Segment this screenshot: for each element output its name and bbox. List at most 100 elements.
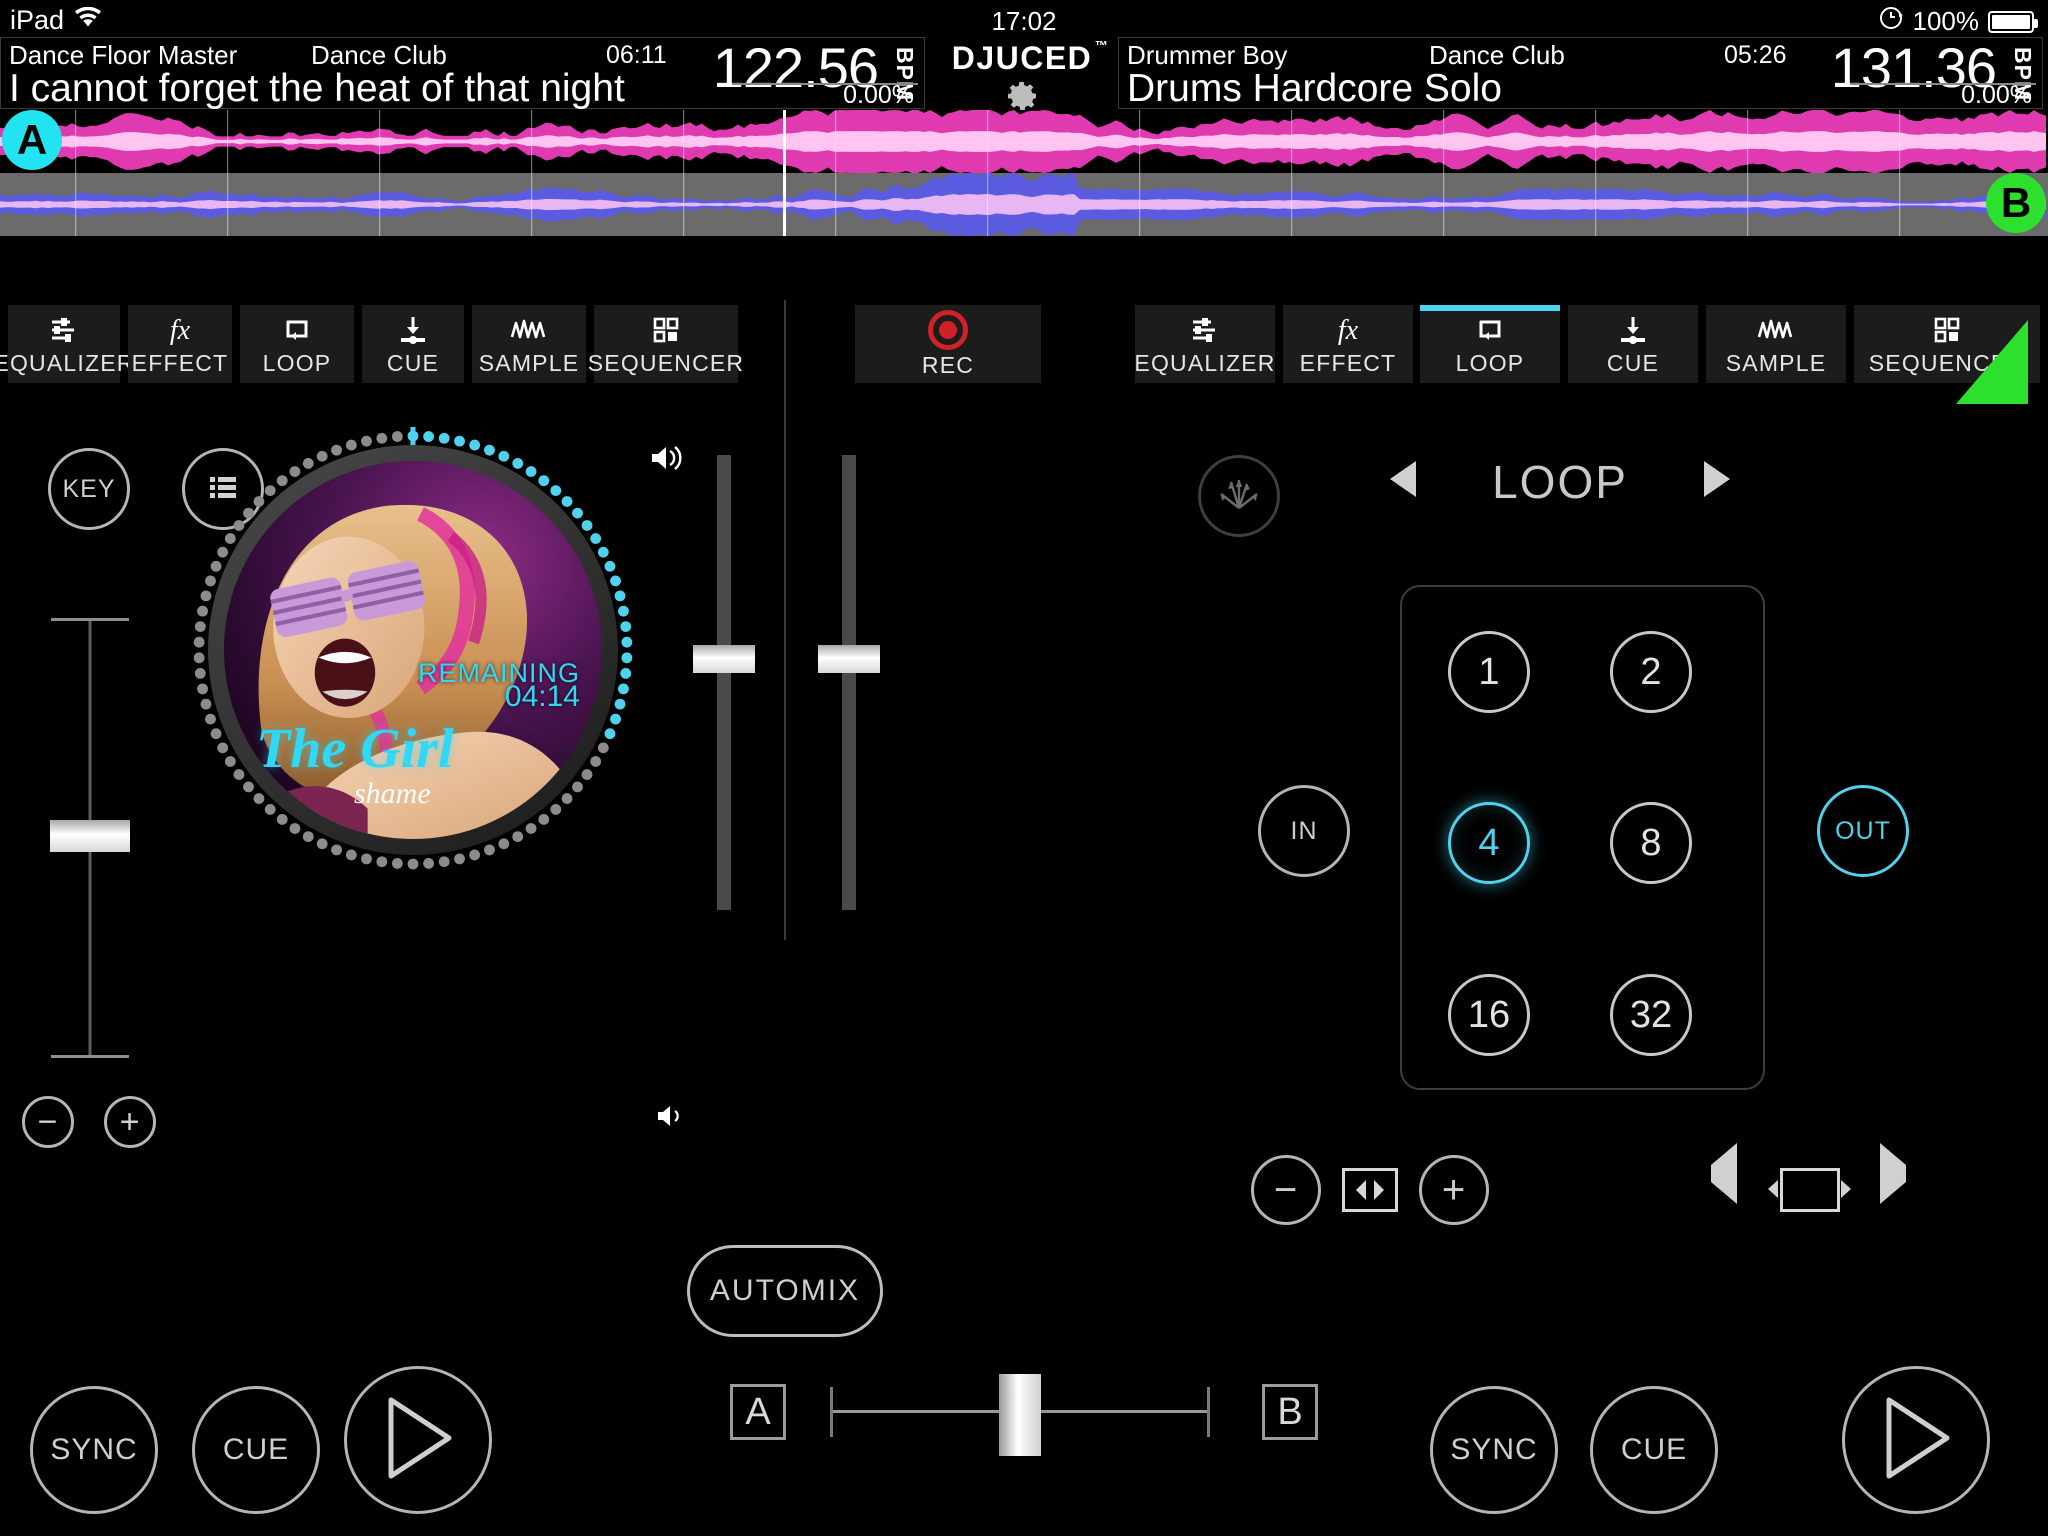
deck-a-waveform[interactable] (0, 110, 2048, 173)
crossfader-a-text: A (745, 1390, 771, 1433)
loop-icon (280, 312, 314, 348)
tab-label: CUE (1606, 349, 1660, 376)
loop-pad-4[interactable]: 4 (1448, 802, 1530, 884)
cue-icon (396, 312, 430, 348)
crossfader-a-label[interactable]: A (730, 1384, 786, 1440)
tab-left-cue[interactable]: CUE (362, 305, 464, 383)
deck-b-waveform[interactable] (0, 173, 2048, 236)
fx-icon: fx (1331, 312, 1365, 348)
loop-size-pad-grid: 1 2 4 8 16 32 (1400, 585, 1765, 1090)
loop-size-minus-button[interactable]: − (1251, 1155, 1321, 1225)
tab-left-effect[interactable]: fx EFFECT (128, 305, 232, 383)
deck-a-header[interactable]: Dance Floor Master Dance Club 06:11 I ca… (0, 36, 925, 110)
tab-right-cue[interactable]: CUE (1568, 305, 1698, 383)
playhead (783, 110, 786, 236)
deck-b-cue-button[interactable]: CUE (1590, 1386, 1718, 1514)
speaker-icon (646, 440, 690, 476)
fader-knob[interactable] (693, 645, 755, 673)
deck-b-bpm-box[interactable]: 131.36 BPM 0.00% (1831, 36, 2038, 109)
tab-left-equalizer[interactable]: EQUALIZER (0, 305, 133, 383)
loop-size-plus-button[interactable]: + (1419, 1155, 1489, 1225)
move-right-icon[interactable] (1880, 1143, 1906, 1204)
tab-right-sample[interactable]: SAMPLE (1706, 305, 1846, 383)
deck-b-sync-button[interactable]: SYNC (1430, 1386, 1558, 1514)
deck-a-cue-button[interactable]: CUE (192, 1386, 320, 1514)
clock: 17:02 (991, 6, 1057, 36)
minus-label: − (1273, 1167, 1299, 1212)
fader-knob[interactable] (818, 645, 880, 673)
deck-a-jog-wheel[interactable]: REMAINING 04:14 The Girl shame (178, 415, 648, 885)
fader-knob[interactable] (50, 820, 130, 852)
app-logo-area: DJUCED ™ (924, 38, 1120, 113)
tab-label: LOOP (1455, 349, 1525, 376)
loop-pad-2[interactable]: 2 (1610, 631, 1692, 713)
minus-label: − (37, 1102, 59, 1141)
sync-label: SYNC (1450, 1433, 1538, 1466)
crossfader-b-label[interactable]: B (1262, 1384, 1318, 1440)
key-button[interactable]: KEY (48, 448, 130, 530)
move-left-icon[interactable] (1711, 1143, 1737, 1204)
arrow-left-icon[interactable] (1390, 461, 1416, 497)
deck-b-header[interactable]: Drummer Boy Dance Club 05:26 Drums Hardc… (1118, 36, 2043, 110)
fader-cap-bottom (51, 1055, 129, 1058)
deck-b-duration: 05:26 (1724, 41, 1787, 69)
deck-a-bpm-box[interactable]: 122.56 BPM 0.00% (713, 36, 920, 109)
tab-right-effect[interactable]: fx EFFECT (1283, 305, 1413, 383)
battery-percent: 100% (1912, 6, 1980, 36)
cue-label: CUE (1620, 1433, 1688, 1466)
tab-label: LOOP (262, 349, 332, 376)
loop-in-button[interactable]: IN (1258, 785, 1350, 877)
loop-pad-16[interactable]: 16 (1448, 974, 1530, 1056)
tab-label: SAMPLE (478, 349, 580, 376)
brand-name: DJUCED (951, 40, 1093, 76)
crossfader[interactable] (830, 1374, 1210, 1456)
deck-a-play-button[interactable] (344, 1366, 492, 1514)
tab-right-loop[interactable]: LOOP (1420, 305, 1560, 383)
slip-mode-button[interactable] (1198, 455, 1280, 537)
key-label: KEY (62, 474, 116, 503)
automix-button[interactable]: AUTOMIX (687, 1245, 883, 1337)
loop-icon (1473, 312, 1507, 348)
deck-b-volume-fader[interactable] (810, 455, 888, 910)
loop-module-header: LOOP (1390, 455, 1730, 509)
deck-a-title: I cannot forget the heat of that night (9, 67, 625, 110)
tab-label: EFFECT (131, 349, 229, 376)
crossfader-end-right (1207, 1387, 1210, 1437)
tab-left-loop[interactable]: LOOP (240, 305, 354, 383)
tab-right-equalizer[interactable]: EQUALIZER (1134, 305, 1275, 383)
move-box-left-arrow-icon (1765, 1176, 1781, 1207)
arrow-right-icon[interactable] (1704, 461, 1730, 497)
rec-label: REC (921, 351, 975, 378)
record-icon (928, 309, 968, 350)
deck-a-pitch-plus[interactable]: + (104, 1096, 156, 1148)
deck-a-pitch-minus[interactable]: − (22, 1096, 74, 1148)
deck-a-pitch-fader[interactable] (40, 618, 140, 1058)
tab-label: SAMPLE (1725, 349, 1827, 376)
rec-button[interactable]: REC (855, 305, 1041, 383)
deck-b-active-indicator (1956, 320, 2028, 404)
svg-text:fx: fx (1338, 315, 1359, 346)
gear-icon[interactable] (1005, 79, 1039, 113)
loop-pad-1[interactable]: 1 (1448, 631, 1530, 713)
sample-icon (508, 312, 550, 348)
loop-pad-32[interactable]: 32 (1610, 974, 1692, 1056)
tab-left-sample[interactable]: SAMPLE (472, 305, 586, 383)
automix-label: AUTOMIX (709, 1274, 861, 1307)
deck-b-play-button[interactable] (1842, 1366, 1990, 1514)
album-art-subtitle: shame (354, 777, 431, 810)
play-icon (375, 1392, 461, 1489)
loop-out-button[interactable]: OUT (1817, 785, 1909, 877)
deck-a-sync-button[interactable]: SYNC (30, 1386, 158, 1514)
fader-cap-top (51, 618, 129, 621)
crossfader-knob[interactable] (999, 1374, 1041, 1456)
loop-pad-8[interactable]: 8 (1610, 802, 1692, 884)
deck-b-badge[interactable]: B (1986, 173, 2046, 233)
tab-label: CUE (386, 349, 440, 376)
crossfader-b-text: B (1277, 1390, 1303, 1433)
deck-a-volume-fader[interactable] (685, 455, 763, 910)
album-art: REMAINING 04:14 The Girl shame (224, 461, 602, 839)
tab-left-sequencer[interactable]: SEQUENCER (588, 305, 743, 383)
loop-in-label: IN (1290, 816, 1318, 845)
platter[interactable]: REMAINING 04:14 The Girl shame (208, 445, 618, 855)
deck-a-badge[interactable]: A (2, 110, 62, 170)
